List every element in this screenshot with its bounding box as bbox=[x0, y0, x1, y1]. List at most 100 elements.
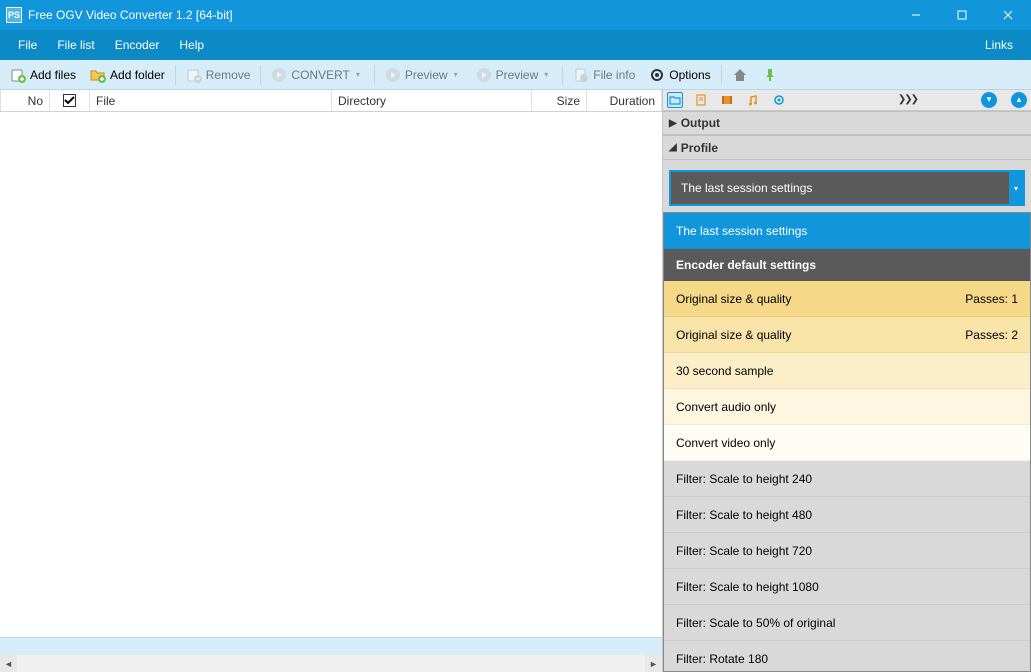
toolbar: Add files Add folder Remove CONVERT ▾ Pr… bbox=[0, 60, 1031, 90]
file-list-pane: No File Directory Size Duration ◄ ► bbox=[0, 90, 662, 672]
col-file[interactable]: File bbox=[90, 90, 332, 111]
chevron-down-icon[interactable]: ▾ bbox=[1009, 172, 1023, 204]
remove-label: Remove bbox=[206, 68, 251, 82]
profile-section-header[interactable]: ◢ Profile bbox=[663, 135, 1031, 160]
triangle-down-icon: ◢ bbox=[669, 142, 677, 153]
tab-settings-icon[interactable] bbox=[771, 92, 787, 108]
profile-dropdown-list[interactable]: The last session settings Encoder default… bbox=[663, 212, 1031, 672]
menu-links[interactable]: Links bbox=[975, 32, 1023, 58]
profile-select[interactable]: The last session settings ▾ bbox=[669, 170, 1025, 206]
maximize-button[interactable] bbox=[939, 0, 985, 30]
home-button[interactable] bbox=[726, 64, 754, 86]
profile-dropdown: The last session settings Encoder default… bbox=[663, 212, 1031, 672]
grid-body[interactable] bbox=[0, 112, 662, 637]
close-button[interactable] bbox=[985, 0, 1031, 30]
right-tabs: ❯❯❯ ▾ ▴ bbox=[663, 90, 1031, 111]
expand-chevrons[interactable]: ❯❯❯ bbox=[898, 94, 967, 105]
tab-audio-icon[interactable] bbox=[745, 92, 761, 108]
profile-box: The last session settings ▾ bbox=[663, 160, 1031, 212]
convert-icon bbox=[271, 67, 287, 83]
gear-icon bbox=[649, 67, 665, 83]
home-icon bbox=[732, 67, 748, 83]
app-icon: PS bbox=[6, 7, 22, 23]
chevron-down-icon: ▾ bbox=[356, 70, 364, 79]
menu-encoder[interactable]: Encoder bbox=[105, 32, 170, 58]
profile-option-label: Filter: Scale to height 720 bbox=[676, 544, 812, 558]
profile-option-label: The last session settings bbox=[676, 224, 807, 238]
right-pane: ❯❯❯ ▾ ▴ ▶ Output ◢ Profile The last sess… bbox=[662, 90, 1031, 672]
profile-label: Profile bbox=[681, 141, 718, 155]
menu-help[interactable]: Help bbox=[169, 32, 214, 58]
options-button[interactable]: Options bbox=[643, 64, 716, 86]
profile-option: Encoder default settings bbox=[664, 249, 1030, 281]
preview-icon bbox=[385, 67, 401, 83]
profile-option-label: Convert video only bbox=[676, 436, 775, 450]
add-files-button[interactable]: Add files bbox=[4, 64, 82, 86]
chevron-down-icon: ▾ bbox=[454, 70, 462, 79]
tab-document-icon[interactable] bbox=[693, 92, 709, 108]
menubar: File File list Encoder Help Links bbox=[0, 30, 1031, 60]
convert-button[interactable]: CONVERT ▾ bbox=[265, 64, 369, 86]
collapse-down-button[interactable]: ▾ bbox=[981, 92, 997, 108]
add-files-label: Add files bbox=[30, 68, 76, 82]
profile-option-label: Filter: Scale to height 240 bbox=[676, 472, 812, 486]
profile-option[interactable]: Original size & quality Passes: 2 bbox=[664, 317, 1030, 353]
grid-header: No File Directory Size Duration bbox=[0, 90, 662, 112]
profile-option[interactable]: 30 second sample bbox=[664, 353, 1030, 389]
profile-option[interactable]: Filter: Scale to height 1080 bbox=[664, 569, 1030, 605]
profile-option[interactable]: Convert audio only bbox=[664, 389, 1030, 425]
col-directory[interactable]: Directory bbox=[332, 90, 532, 111]
remove-icon bbox=[186, 67, 202, 83]
output-section-header[interactable]: ▶ Output bbox=[663, 111, 1031, 136]
remove-button[interactable]: Remove bbox=[180, 64, 257, 86]
profile-option-label: Filter: Scale to height 1080 bbox=[676, 580, 819, 594]
window-title: Free OGV Video Converter 1.2 [64-bit] bbox=[28, 8, 893, 22]
tab-video-icon[interactable] bbox=[719, 92, 735, 108]
menu-file[interactable]: File bbox=[8, 32, 47, 58]
add-folder-icon bbox=[90, 67, 106, 83]
minimize-button[interactable] bbox=[893, 0, 939, 30]
profile-option-label: Original size & quality bbox=[676, 328, 791, 342]
file-info-label: File info bbox=[593, 68, 635, 82]
profile-option-passes: Passes: 2 bbox=[965, 328, 1018, 342]
preview2-label: Preview bbox=[496, 68, 539, 82]
collapse-up-button[interactable]: ▴ bbox=[1011, 92, 1027, 108]
add-folder-label: Add folder bbox=[110, 68, 165, 82]
profile-option[interactable]: Filter: Rotate 180 bbox=[664, 641, 1030, 672]
col-checkbox[interactable] bbox=[50, 90, 90, 111]
preview2-button[interactable]: Preview ▾ bbox=[470, 64, 559, 86]
titlebar: PS Free OGV Video Converter 1.2 [64-bit] bbox=[0, 0, 1031, 30]
output-label: Output bbox=[681, 116, 720, 130]
add-files-icon bbox=[10, 67, 26, 83]
profile-option-label: 30 second sample bbox=[676, 364, 773, 378]
profile-option[interactable]: Filter: Scale to height 480 bbox=[664, 497, 1030, 533]
scroll-left-icon[interactable]: ◄ bbox=[0, 655, 17, 672]
profile-option-passes: Passes: 1 bbox=[965, 292, 1018, 306]
pin-button[interactable] bbox=[756, 64, 784, 86]
col-no[interactable]: No bbox=[0, 90, 50, 111]
preview1-button[interactable]: Preview ▾ bbox=[379, 64, 468, 86]
options-label: Options bbox=[669, 68, 710, 82]
pin-icon bbox=[762, 67, 778, 83]
profile-option[interactable]: The last session settings bbox=[664, 213, 1030, 249]
col-duration[interactable]: Duration bbox=[587, 90, 662, 111]
menu-filelist[interactable]: File list bbox=[47, 32, 104, 58]
profile-option-label: Filter: Scale to 50% of original bbox=[676, 616, 835, 630]
convert-label: CONVERT bbox=[291, 68, 349, 82]
col-size[interactable]: Size bbox=[532, 90, 587, 111]
horizontal-scrollbar[interactable]: ◄ ► bbox=[0, 655, 662, 672]
file-info-icon bbox=[573, 67, 589, 83]
tab-folder-icon[interactable] bbox=[667, 92, 683, 108]
profile-option[interactable]: Filter: Scale to 50% of original bbox=[664, 605, 1030, 641]
add-folder-button[interactable]: Add folder bbox=[84, 64, 171, 86]
profile-option[interactable]: Original size & quality Passes: 1 bbox=[664, 281, 1030, 317]
profile-option-label: Original size & quality bbox=[676, 292, 791, 306]
triangle-right-icon: ▶ bbox=[669, 118, 677, 129]
scroll-right-icon[interactable]: ► bbox=[645, 655, 662, 672]
profile-option-label: Filter: Scale to height 480 bbox=[676, 508, 812, 522]
profile-option[interactable]: Filter: Scale to height 240 bbox=[664, 461, 1030, 497]
preview-icon bbox=[476, 67, 492, 83]
profile-option[interactable]: Convert video only bbox=[664, 425, 1030, 461]
profile-option[interactable]: Filter: Scale to height 720 bbox=[664, 533, 1030, 569]
file-info-button[interactable]: File info bbox=[567, 64, 641, 86]
